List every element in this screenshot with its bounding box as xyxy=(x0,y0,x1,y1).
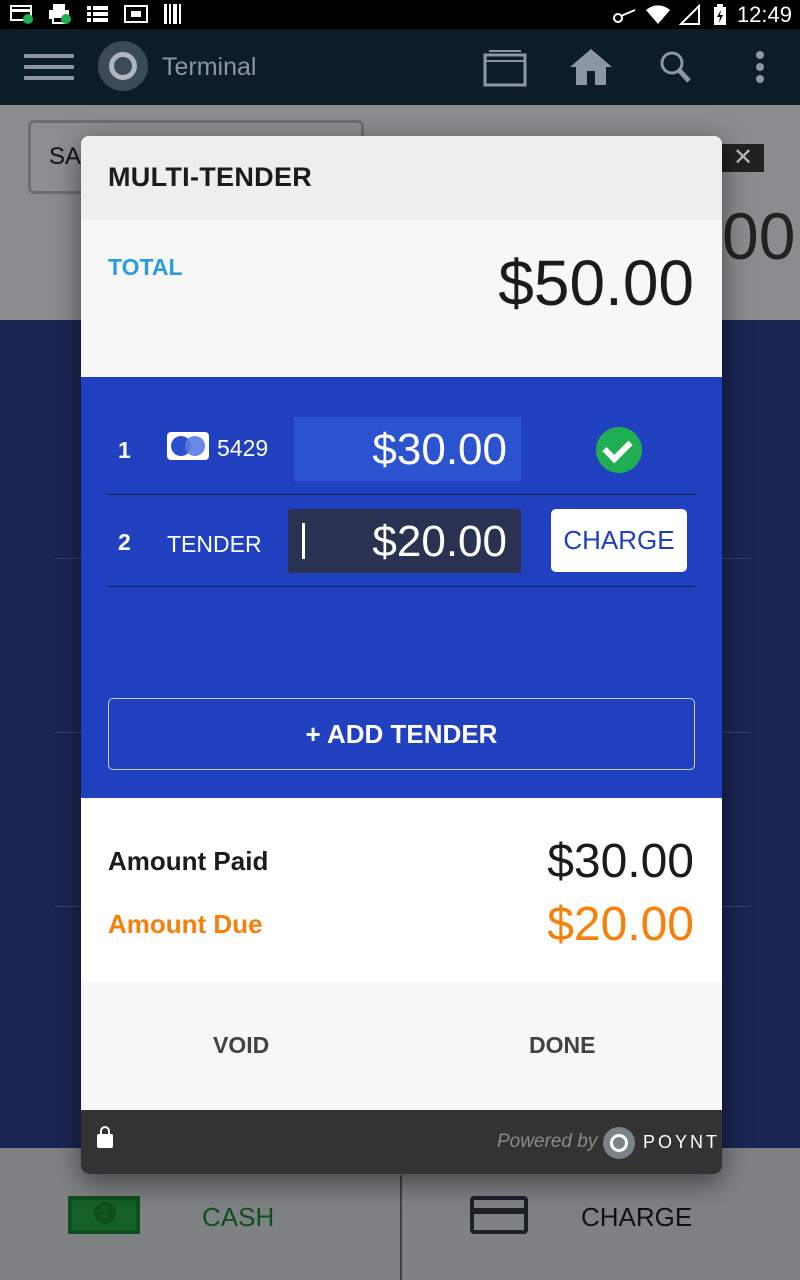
amount-paid-label: Amount Paid xyxy=(108,846,269,876)
lock-icon xyxy=(97,1126,113,1148)
printer-icon xyxy=(48,3,72,25)
clock: 12:49 xyxy=(736,2,792,27)
search-icon[interactable] xyxy=(659,45,693,89)
list-icon xyxy=(86,3,110,25)
tender-row: 1 5429 $30.00 xyxy=(108,403,695,495)
payment-summary: Amount Paid $30.00 Amount Due $20.00 xyxy=(81,798,722,982)
card-last4: 5429 xyxy=(217,435,269,461)
tender-list: 1 5429 $30.00 2 TENDER $20.00 CHARGE + A… xyxy=(81,377,722,798)
amount-paid-value: $30.00 xyxy=(547,835,694,888)
overflow-menu-icon[interactable] xyxy=(754,45,766,89)
amount-due-value: $20.00 xyxy=(547,898,694,951)
tender-index: 2 xyxy=(118,529,131,555)
status-bar: 12:49 xyxy=(0,0,800,29)
tender-label: TENDER xyxy=(167,531,262,557)
tender-index: 1 xyxy=(118,437,131,463)
home-icon[interactable] xyxy=(568,45,614,89)
poynt-logo-icon xyxy=(603,1127,635,1159)
app-bar: Terminal xyxy=(0,29,800,105)
tender-amount-field: $30.00 xyxy=(294,417,521,481)
display-icon xyxy=(124,3,148,25)
dialog-actions: VOID DONE xyxy=(81,982,722,1110)
cash-drawer-icon[interactable] xyxy=(483,45,527,89)
wifi-icon xyxy=(645,4,670,26)
done-button[interactable]: DONE xyxy=(529,1032,595,1059)
text-cursor xyxy=(302,523,305,559)
charge-button[interactable]: CHARGE xyxy=(581,1202,692,1233)
battery-icon xyxy=(713,4,727,26)
dialog-title: MULTI-TENDER xyxy=(108,162,313,192)
total-label: TOTAL xyxy=(108,254,183,280)
background-amount: 00 xyxy=(722,199,796,273)
barcode-icon xyxy=(162,3,186,25)
tender-amount: $30.00 xyxy=(372,425,507,474)
powered-by-text: Powered by xyxy=(497,1131,598,1152)
multi-tender-dialog: MULTI-TENDER TOTAL $50.00 1 5429 $30.00 … xyxy=(81,136,722,1174)
dialog-header: MULTI-TENDER xyxy=(81,136,722,220)
poynt-logo-icon xyxy=(98,41,148,91)
add-tender-button[interactable]: + ADD TENDER xyxy=(108,698,695,770)
mastercard-icon xyxy=(167,432,209,460)
cash-icon xyxy=(68,1196,140,1234)
total-amount: $50.00 xyxy=(498,247,694,319)
void-button[interactable]: VOID xyxy=(213,1032,269,1059)
close-icon[interactable]: ✕ xyxy=(722,144,764,172)
tender-amount-input[interactable]: $20.00 xyxy=(288,509,521,573)
card-reader-icon xyxy=(10,3,34,25)
tender-amount: $20.00 xyxy=(372,517,507,566)
charge-tender-button[interactable]: CHARGE xyxy=(551,509,687,572)
amount-due-label: Amount Due xyxy=(108,909,263,939)
brand-name: POYNT xyxy=(643,1132,721,1152)
divider xyxy=(108,586,695,587)
menu-icon[interactable] xyxy=(24,54,74,82)
cash-button[interactable]: CASH xyxy=(202,1202,274,1233)
cell-signal-icon xyxy=(678,3,703,26)
secure-footer: Powered by POYNT xyxy=(81,1110,722,1174)
app-title: Terminal xyxy=(162,53,257,81)
check-circle-icon xyxy=(596,427,642,473)
total-section: TOTAL $50.00 xyxy=(81,220,722,377)
key-icon xyxy=(611,4,636,26)
credit-card-icon xyxy=(470,1196,528,1234)
divider xyxy=(400,1175,402,1280)
tender-row: 2 TENDER $20.00 CHARGE xyxy=(108,495,695,587)
